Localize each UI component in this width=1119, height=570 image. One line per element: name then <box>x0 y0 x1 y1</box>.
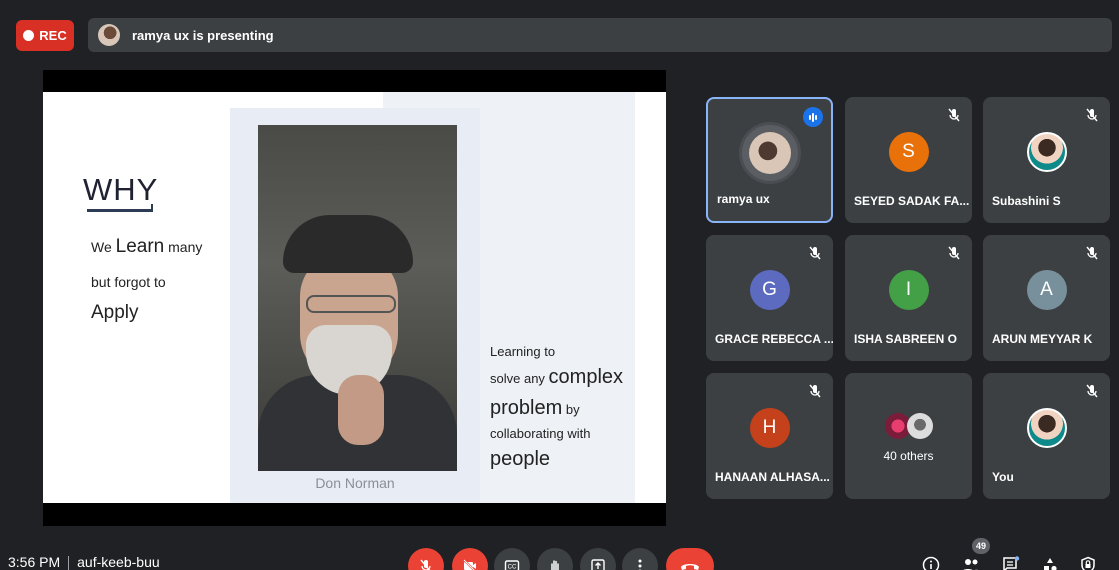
participant-tile[interactable]: A ARUN MEYYAR K <box>983 235 1110 361</box>
raise-hand-button[interactable] <box>537 548 573 570</box>
slide-quote: Learning to solve any complex problem by… <box>490 344 624 471</box>
participant-name: HANAAN ALHASA... <box>715 470 830 484</box>
heading-underline-tick <box>151 204 153 212</box>
avatar: H <box>749 408 790 449</box>
slide-line-2: but forgot to <box>91 274 166 290</box>
mic-off-icon <box>809 384 821 398</box>
others-tile[interactable]: 40 others <box>845 373 972 499</box>
speaking-indicator-icon <box>803 107 823 127</box>
participant-name: ramya ux <box>717 192 770 206</box>
participant-count-badge: 49 <box>972 538 990 554</box>
mic-off-icon <box>1086 108 1098 122</box>
shared-screen[interactable]: WHY We Learn many but forgot to Apply Le… <box>43 70 666 526</box>
end-call-icon <box>681 564 699 570</box>
host-controls-button[interactable] <box>1078 555 1098 570</box>
mic-off-icon <box>948 108 960 122</box>
present-button[interactable] <box>580 548 616 570</box>
record-dot-icon <box>23 30 35 41</box>
participant-tile[interactable]: S SEYED SADAK FA... <box>845 97 972 223</box>
self-tile[interactable]: You <box>983 373 1110 499</box>
recording-indicator[interactable]: REC <box>16 20 74 51</box>
slide-line-3: Apply <box>91 302 139 323</box>
participant-name: ISHA SABREEN O <box>854 332 957 346</box>
slide-line-1: We Learn many <box>91 236 203 257</box>
mic-toggle-button[interactable] <box>408 548 444 570</box>
presenting-text: ramya ux is presenting <box>132 27 274 43</box>
mic-off-icon <box>1086 384 1098 398</box>
end-call-button[interactable] <box>666 548 714 570</box>
chat-icon <box>1003 556 1020 570</box>
participant-tile[interactable]: Subashini S <box>983 97 1110 223</box>
clock-time: 3:56 PM <box>8 554 61 570</box>
chat-button[interactable] <box>1001 555 1021 570</box>
camera-toggle-button[interactable] <box>452 548 488 570</box>
participant-name: You <box>992 470 1014 484</box>
captions-button[interactable]: CC <box>494 548 530 570</box>
activities-icon <box>1044 558 1057 570</box>
more-options-button[interactable] <box>622 548 658 570</box>
mic-off-icon <box>1086 246 1098 260</box>
participant-tile[interactable]: I ISHA SABREEN O <box>845 235 972 361</box>
activities-button[interactable] <box>1040 555 1060 570</box>
avatar: I <box>888 270 929 311</box>
avatar: S <box>888 132 929 173</box>
avatar <box>1026 408 1067 449</box>
participant-name: ARUN MEYYAR K <box>992 332 1093 346</box>
participant-name: SEYED SADAK FA... <box>854 194 970 208</box>
participant-tile[interactable]: G GRACE REBECCA ... <box>706 235 833 361</box>
slide-heading: WHY <box>83 172 159 207</box>
presentation-slide: WHY We Learn many but forgot to Apply Le… <box>43 92 666 503</box>
people-icon <box>963 559 979 570</box>
host-controls-icon <box>1081 556 1095 570</box>
others-count: 40 others <box>883 449 934 463</box>
svg-text:CC: CC <box>508 565 517 570</box>
avatar: A <box>1026 270 1067 311</box>
presenting-banner: ramya ux is presenting <box>88 18 1112 52</box>
others-avatars <box>845 413 972 439</box>
meeting-details-button[interactable] <box>921 555 941 570</box>
captions-icon: CC <box>504 560 520 570</box>
info-icon <box>922 556 940 570</box>
participant-name: GRACE REBECCA ... <box>715 332 833 346</box>
mic-off-icon <box>809 246 821 260</box>
meeting-info: 3:56 PM auf-keeb-buu <box>8 554 160 570</box>
presenter-avatar <box>98 24 120 46</box>
mic-off-icon <box>948 246 960 260</box>
present-icon <box>591 559 605 570</box>
meeting-code: auf-keeb-buu <box>77 554 160 570</box>
mic-off-icon <box>420 559 431 570</box>
photo-caption: Don Norman <box>315 475 395 491</box>
don-norman-photo <box>258 125 457 471</box>
avatar: G <box>749 270 790 311</box>
camera-off-icon <box>463 559 476 570</box>
people-button[interactable] <box>961 555 981 570</box>
participant-name: Subashini S <box>992 194 1061 208</box>
avatar <box>1026 132 1067 173</box>
avatar <box>738 121 801 184</box>
more-vert-icon <box>638 559 642 570</box>
participant-tile[interactable]: ramya ux <box>706 97 833 223</box>
recording-label: REC <box>39 28 67 43</box>
heading-underline <box>87 209 153 212</box>
participant-tile[interactable]: H HANAAN ALHASA... <box>706 373 833 499</box>
raise-hand-icon <box>551 560 559 570</box>
